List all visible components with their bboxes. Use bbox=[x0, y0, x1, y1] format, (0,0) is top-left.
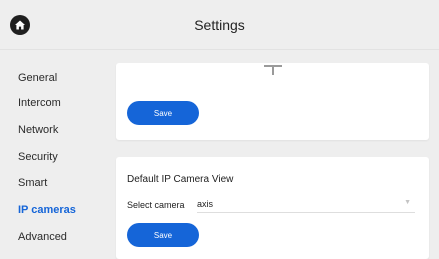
camera-list-card: Save bbox=[116, 63, 429, 140]
sidebar-item-ip-cameras[interactable]: IP cameras bbox=[18, 204, 76, 216]
section-title: Default IP Camera View bbox=[127, 174, 234, 185]
save-camera-button[interactable]: Save bbox=[127, 223, 199, 247]
default-camera-view-card: Default IP Camera View Select camera axi… bbox=[116, 157, 429, 259]
camera-select[interactable]: axis ▼ bbox=[197, 195, 415, 213]
sidebar-item-smart[interactable]: Smart bbox=[18, 177, 47, 189]
camera-select-value: axis bbox=[197, 199, 214, 209]
sidebar-menu: General Intercom Network Security Smart … bbox=[0, 50, 105, 259]
select-camera-label: Select camera bbox=[127, 200, 185, 210]
chevron-down-icon: ▼ bbox=[404, 199, 411, 206]
page-title: Settings bbox=[194, 17, 245, 33]
settings-app: Settings General Intercom Network Securi… bbox=[0, 0, 439, 259]
sidebar-item-security[interactable]: Security bbox=[18, 151, 58, 163]
add-icon[interactable] bbox=[264, 63, 282, 75]
sidebar-item-intercom[interactable]: Intercom bbox=[18, 97, 61, 109]
header-bar: Settings bbox=[0, 0, 439, 50]
sidebar-item-general[interactable]: General bbox=[18, 72, 57, 84]
sidebar-item-network[interactable]: Network bbox=[18, 124, 58, 136]
save-button[interactable]: Save bbox=[127, 101, 199, 125]
sidebar-item-advanced[interactable]: Advanced bbox=[18, 231, 67, 243]
